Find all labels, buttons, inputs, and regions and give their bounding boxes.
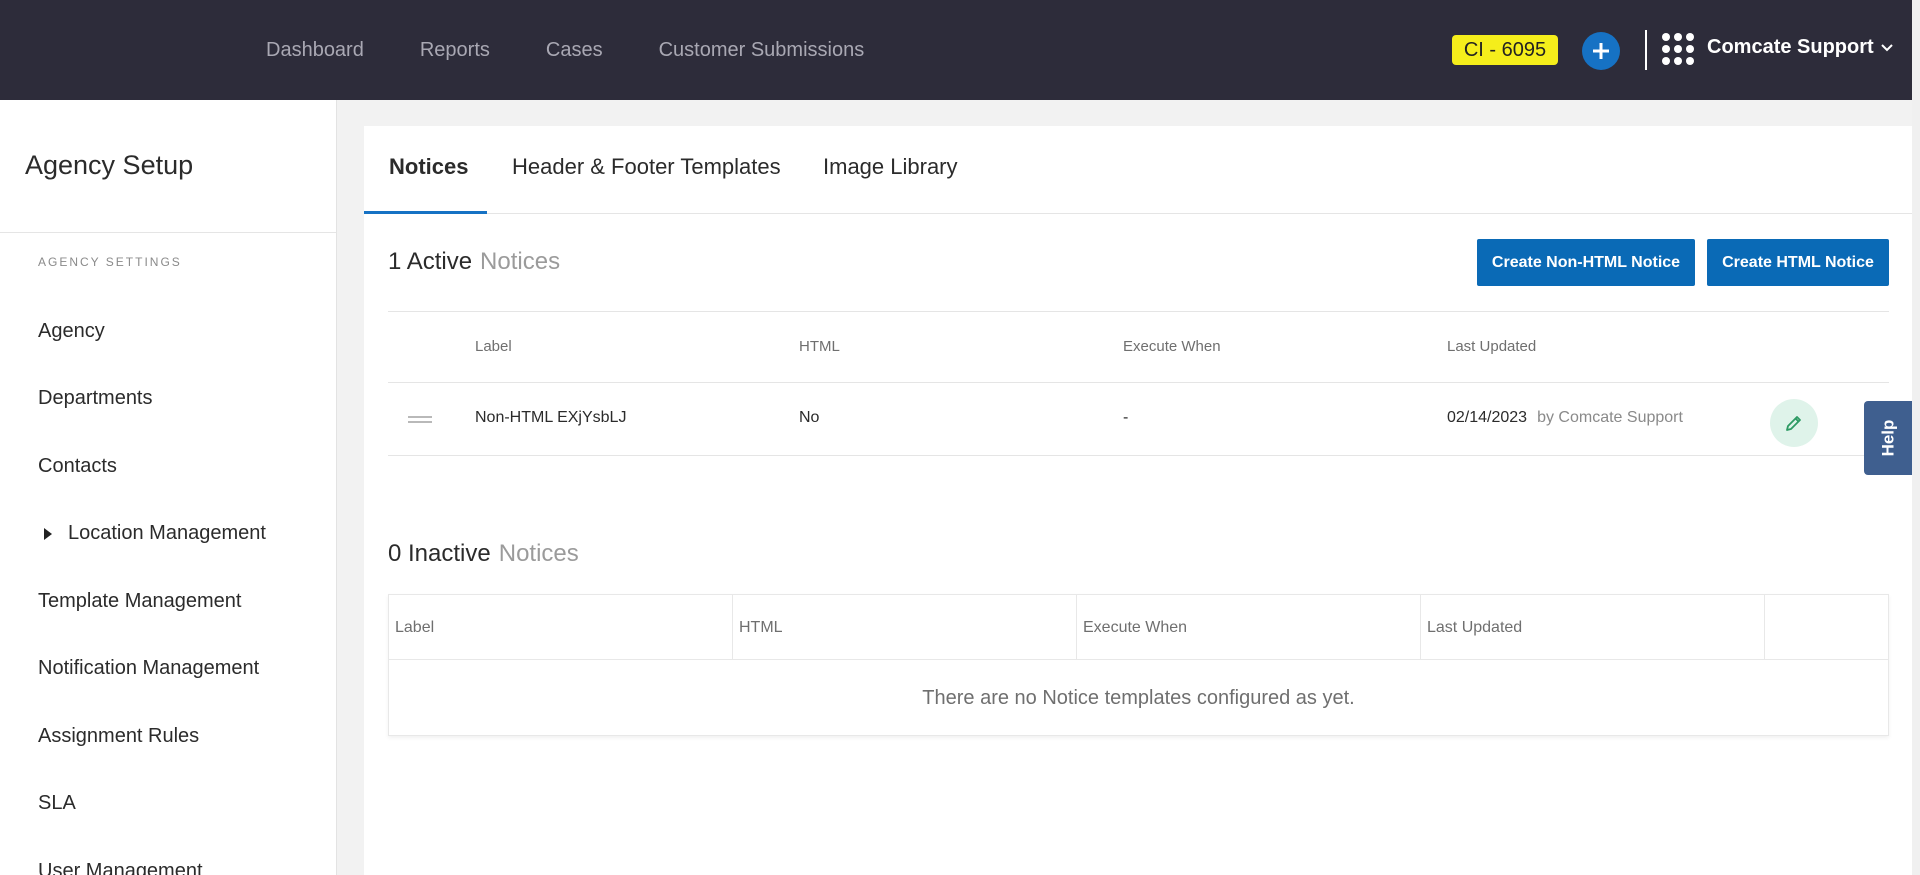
user-name: Comcate Support [1707,36,1874,58]
tab-header-footer-templates[interactable]: Header & Footer Templates [512,154,781,180]
help-button[interactable]: Help [1864,401,1912,475]
nav-reports[interactable]: Reports [420,39,490,62]
empty-state-message: There are no Notice templates configured… [922,686,1355,709]
column-header-label: Label [475,338,512,355]
column-header-execute-when: Execute When [1077,595,1421,660]
notice-last-updated-cell: 02/14/2023 by Comcate Support [1447,409,1683,427]
apps-grid-icon[interactable] [1662,33,1694,65]
sidebar-item-notification-management[interactable]: Notification Management [38,657,259,680]
caret-right-icon [44,527,52,540]
notice-html-cell: No [799,409,820,426]
user-menu[interactable]: Comcate Support [1707,36,1894,59]
tab-image-library[interactable]: Image Library [823,154,958,180]
tab-bar: Notices Header & Footer Templates Image … [364,126,1912,214]
sidebar-item-label: Location Management [68,522,266,544]
sidebar-section-label: AGENCY SETTINGS [38,255,182,269]
create-non-html-notice-button[interactable]: Create Non-HTML Notice [1477,239,1695,286]
settings-sidebar: Agency Setup AGENCY SETTINGS Agency Depa… [0,100,337,875]
drag-handle-icon[interactable] [408,416,432,426]
active-count: 1 Active [388,248,473,275]
last-updated-by: by Comcate Support [1537,409,1683,426]
sidebar-item-contacts[interactable]: Contacts [38,455,117,478]
scrollbar[interactable] [1912,0,1920,875]
create-new-button[interactable] [1582,32,1620,70]
last-updated-date: 02/14/2023 [1447,409,1528,426]
sidebar-item-departments[interactable]: Departments [38,387,153,410]
sidebar-item-location-management[interactable]: Location Management [38,522,266,545]
column-header-execute-when: Execute When [1123,338,1221,355]
inactive-label: Notices [498,540,579,567]
notice-execute-when-cell: - [1123,409,1129,426]
inactive-count: 0 Inactive [388,540,491,567]
sidebar-item-assignment-rules[interactable]: Assignment Rules [38,725,199,748]
main-nav: Dashboard Reports Cases Customer Submiss… [266,0,920,100]
plus-icon [1593,43,1609,59]
column-header-last-updated: Last Updated [1447,338,1537,355]
sidebar-item-template-management[interactable]: Template Management [38,590,241,613]
sidebar-item-agency[interactable]: Agency [38,320,105,343]
nav-dashboard[interactable]: Dashboard [266,39,364,62]
sidebar-title: Agency Setup [25,150,194,180]
column-header-last-updated: Last Updated [1421,595,1765,660]
chevron-down-icon [1880,43,1893,51]
main-content-panel: Notices Header & Footer Templates Image … [364,126,1912,875]
help-label: Help [1878,419,1897,457]
environment-badge: CI - 6095 [1452,35,1558,65]
active-tab-indicator [364,211,487,214]
topbar-divider [1645,30,1647,70]
tab-notices[interactable]: Notices [389,154,468,180]
sidebar-item-sla[interactable]: SLA [38,792,76,815]
column-header-label: Label [389,595,733,660]
table-divider [388,311,1889,312]
table-header-row: Label HTML Execute When Last Updated [389,595,1888,660]
create-html-notice-button[interactable]: Create HTML Notice [1707,239,1889,286]
active-label: Notices [480,248,561,275]
column-header-html: HTML [733,595,1077,660]
edit-notice-button[interactable] [1770,399,1818,447]
active-notices-heading: 1 Active Notices [388,248,560,276]
sidebar-item-user-management[interactable]: User Management [38,860,203,875]
sidebar-divider [0,232,336,233]
column-header-html: HTML [799,338,840,355]
pencil-icon [1786,416,1801,431]
table-divider [388,455,1889,456]
inactive-notices-heading: 0 Inactive Notices [388,540,579,568]
nav-customer-submissions[interactable]: Customer Submissions [659,39,865,62]
top-navigation-bar: Dashboard Reports Cases Customer Submiss… [0,0,1920,100]
table-divider [388,382,1889,383]
inactive-notices-table: Label HTML Execute When Last Updated The… [388,594,1889,736]
notice-label-cell: Non-HTML EXjYsbLJ [475,409,627,426]
nav-cases[interactable]: Cases [546,39,603,62]
